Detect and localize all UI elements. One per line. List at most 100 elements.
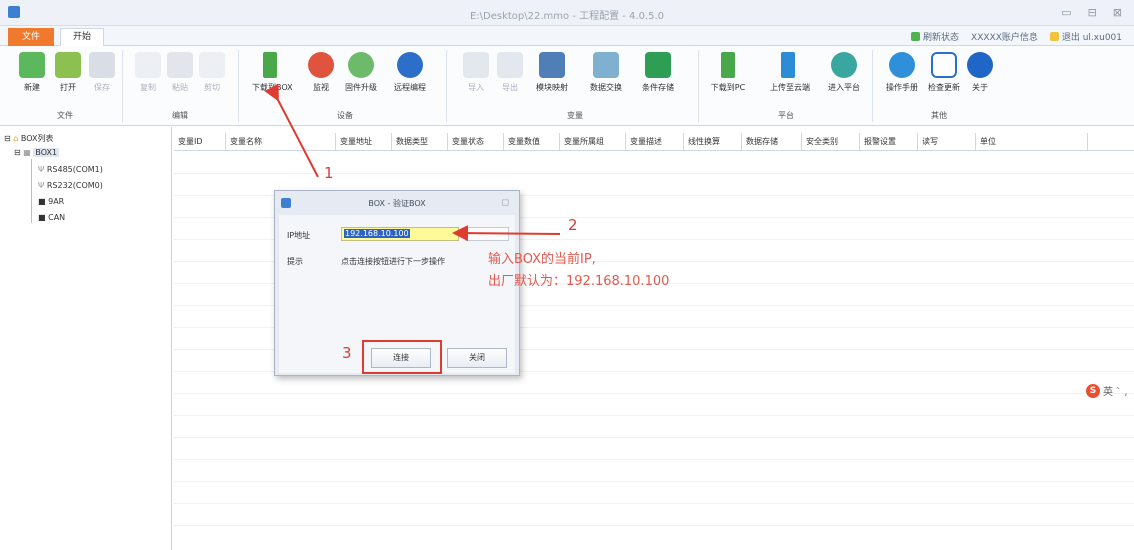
refresh-cycle-icon bbox=[348, 52, 374, 78]
scissors-icon bbox=[199, 52, 225, 78]
column-header[interactable]: 线性换算 bbox=[684, 133, 742, 151]
help-icon bbox=[889, 52, 915, 78]
maximize-button[interactable]: ⊟ bbox=[1088, 6, 1097, 19]
refresh-status-link[interactable]: 刷新状态 bbox=[911, 30, 959, 43]
upload-cloud-button[interactable]: 上传至云端 bbox=[770, 52, 810, 93]
new-button[interactable]: 新建 bbox=[14, 52, 50, 93]
column-header[interactable]: 单位 bbox=[976, 133, 1088, 151]
export-button[interactable]: 导出 bbox=[492, 52, 528, 93]
minimize-button[interactable]: ▭ bbox=[1061, 6, 1071, 19]
data-exchange-button[interactable]: 数据交换 bbox=[588, 52, 624, 93]
upload-arrow-icon bbox=[781, 52, 795, 78]
column-header[interactable]: 变量描述 bbox=[626, 133, 684, 151]
ribbon-separator bbox=[122, 50, 123, 122]
column-header[interactable]: 变量数值 bbox=[504, 133, 560, 151]
monitor-icon bbox=[308, 52, 334, 78]
column-header[interactable]: 变量地址 bbox=[336, 133, 392, 151]
ime-toolbar[interactable]: S 英 ˋ , bbox=[1086, 383, 1128, 398]
paste-button[interactable]: 粘贴 bbox=[162, 52, 198, 93]
copy-button[interactable]: 复制 bbox=[130, 52, 166, 93]
tab-file[interactable]: 文件 bbox=[8, 28, 54, 46]
dialog-close-icon[interactable]: ◻ bbox=[502, 198, 509, 208]
ip-label: IP地址 bbox=[287, 231, 311, 240]
import-button[interactable]: 导入 bbox=[458, 52, 494, 93]
table-store-icon bbox=[645, 52, 671, 78]
grid-row bbox=[174, 415, 1134, 416]
column-header[interactable]: 变量名称 bbox=[226, 133, 336, 151]
group-label-device: 设备 bbox=[337, 111, 353, 120]
tree-item-port[interactable]: Ψ RS485(COM1) bbox=[38, 165, 103, 174]
ip-address-input[interactable]: 192.168.10.100 bbox=[341, 227, 459, 241]
tree-item-box[interactable]: ⊟ ▦ BOX1 bbox=[14, 148, 60, 157]
close-dialog-button[interactable]: 关闭 bbox=[447, 348, 507, 368]
column-header[interactable]: 变量所属组 bbox=[560, 133, 626, 151]
box-device-icon: ▦ bbox=[23, 148, 34, 157]
grid-row bbox=[174, 173, 1134, 174]
group-label-edit: 编辑 bbox=[172, 111, 188, 120]
tab-start[interactable]: 开始 bbox=[60, 28, 104, 46]
column-header[interactable]: 变量状态 bbox=[448, 133, 504, 151]
cut-button[interactable]: 剪切 bbox=[194, 52, 230, 93]
column-header[interactable]: 报警设置 bbox=[860, 133, 918, 151]
module-map-button[interactable]: 模块映射 bbox=[534, 52, 570, 93]
check-update-button[interactable]: 检查更新 bbox=[926, 52, 962, 93]
condition-store-button[interactable]: 条件存储 bbox=[640, 52, 676, 93]
logout-link[interactable]: 退出 ul.xu001 bbox=[1049, 30, 1122, 43]
download-to-pc-button[interactable]: 下载到PC bbox=[710, 52, 746, 93]
tree-root[interactable]: ⊟ ⌂ BOX列表 bbox=[4, 133, 54, 144]
about-button[interactable]: 关于 bbox=[962, 52, 998, 93]
save-button[interactable]: 保存 bbox=[84, 52, 120, 93]
export-icon bbox=[497, 52, 523, 78]
ribbon-separator bbox=[698, 50, 699, 122]
tree-item-port[interactable]: Ψ RS232(COM0) bbox=[38, 181, 103, 190]
connect-highlight-box bbox=[362, 340, 442, 374]
firmware-upgrade-button[interactable]: 固件升级 bbox=[343, 52, 379, 93]
tree-item-port[interactable]: ■ 9AR bbox=[38, 197, 64, 206]
refresh-icon bbox=[911, 32, 921, 41]
logout-icon bbox=[1049, 32, 1059, 41]
collapse-icon[interactable]: ⊟ bbox=[14, 148, 23, 157]
home-icon: ⌂ bbox=[13, 134, 21, 143]
enter-platform-button[interactable]: 进入平台 bbox=[826, 52, 862, 93]
ip-side-button[interactable] bbox=[465, 227, 509, 241]
collapse-icon[interactable]: ⊟ bbox=[4, 134, 13, 143]
group-label-file: 文件 bbox=[57, 111, 73, 120]
platform-globe-icon bbox=[831, 52, 857, 78]
info-icon bbox=[967, 52, 993, 78]
column-header[interactable]: 数据存储 bbox=[742, 133, 802, 151]
column-header[interactable]: 读写 bbox=[918, 133, 976, 151]
step-marker-3: 3 bbox=[342, 344, 352, 362]
grid-row bbox=[174, 459, 1134, 460]
annotation-note-line1: 输入BOX的当前IP, bbox=[488, 252, 596, 267]
dialog-title-bar: BOX - 验证BOX ◻ bbox=[275, 191, 519, 215]
column-header[interactable]: 数据类型 bbox=[392, 133, 448, 151]
download-to-box-button[interactable]: 下载到BOX bbox=[252, 52, 293, 93]
window-controls: ▭ ⊟ ⊠ bbox=[1061, 6, 1122, 19]
globe-icon bbox=[397, 52, 423, 78]
column-header[interactable]: 变量ID bbox=[174, 133, 226, 151]
column-header[interactable]: 安全类别 bbox=[802, 133, 860, 151]
save-icon bbox=[89, 52, 115, 78]
tree-item-port[interactable]: ■ CAN bbox=[38, 213, 65, 222]
account-link[interactable]: XXXXX账户信息 bbox=[971, 30, 1038, 43]
ip-value: 192.168.10.100 bbox=[344, 229, 410, 238]
step-marker-2: 2 bbox=[568, 216, 578, 234]
hint-text: 点击连接按钮进行下一步操作 bbox=[341, 257, 445, 266]
remote-programming-button[interactable]: 远程编程 bbox=[392, 52, 428, 93]
monitor-button[interactable]: 监视 bbox=[303, 52, 339, 93]
tree-connector bbox=[31, 159, 32, 223]
open-folder-icon bbox=[55, 52, 81, 78]
open-button[interactable]: 打开 bbox=[50, 52, 86, 93]
ribbon-tabs: 文件 开始 刷新状态 XXXXX账户信息 退出 ul.xu001 bbox=[0, 26, 1134, 46]
device-icon: ■ bbox=[38, 197, 49, 206]
paste-icon bbox=[167, 52, 193, 78]
ribbon-separator bbox=[872, 50, 873, 122]
update-icon bbox=[931, 52, 957, 78]
antenna-icon: Ψ bbox=[38, 165, 47, 174]
ribbon-separator bbox=[446, 50, 447, 122]
manual-button[interactable]: 操作手册 bbox=[884, 52, 920, 93]
dialog-title: BOX - 验证BOX bbox=[368, 199, 426, 208]
grid-row bbox=[174, 437, 1134, 438]
new-icon bbox=[19, 52, 45, 78]
close-button[interactable]: ⊠ bbox=[1113, 6, 1122, 19]
